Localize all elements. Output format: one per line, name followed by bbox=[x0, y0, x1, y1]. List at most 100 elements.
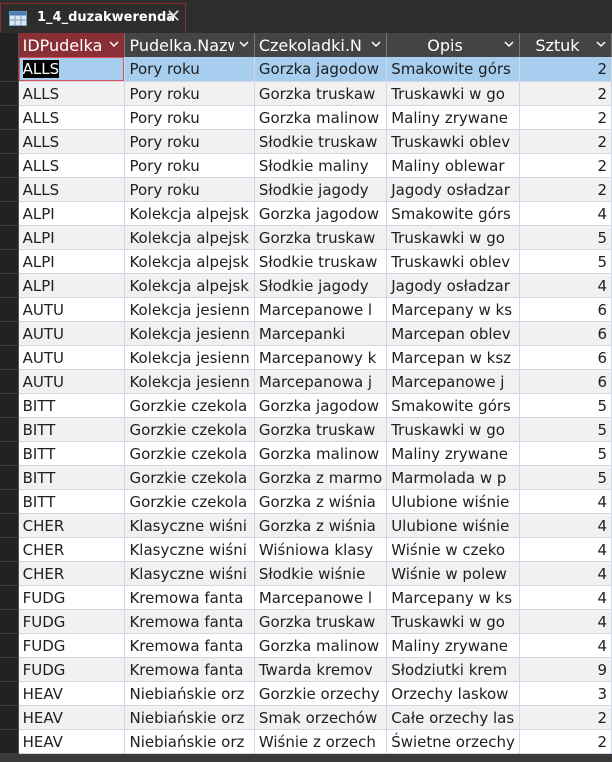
table-cell[interactable]: 3 bbox=[519, 681, 612, 706]
record-selector[interactable] bbox=[0, 273, 19, 298]
table-cell[interactable]: Słodkie jagody bbox=[254, 177, 388, 202]
table-cell[interactable]: Słodkie maliny bbox=[254, 153, 388, 178]
chevron-down-icon[interactable] bbox=[108, 38, 120, 50]
table-cell[interactable]: Kolekcja jesienn bbox=[124, 297, 255, 322]
datasheet-grid[interactable]: IDPudelka Pudelka.Nazw Czekoladki.N Opis… bbox=[0, 33, 612, 762]
table-cell[interactable]: 4 bbox=[519, 537, 612, 562]
table-cell[interactable]: Gorzka truskaw bbox=[254, 81, 388, 106]
table-row[interactable]: HEAV Niebiańskie orz Smak orzechów Całe orz… bbox=[0, 705, 612, 730]
table-row[interactable]: CHER Klasyczne wiśni Słodkie wiśnie Wiśnie … bbox=[0, 561, 612, 586]
table-cell[interactable]: Klasyczne wiśni bbox=[124, 561, 255, 586]
table-row[interactable]: FUDG Kremowa fanta Twarda kremov Słodziutki… bbox=[0, 657, 612, 682]
table-cell[interactable]: Całe orzechy las bbox=[386, 705, 520, 730]
record-selector[interactable] bbox=[0, 537, 19, 562]
table-row[interactable]: AUTU Kolekcja jesienn Marcepanowe l Marcepa… bbox=[0, 297, 612, 322]
table-row[interactable]: ALLS Pory roku Słodkie maliny Maliny oblewa… bbox=[0, 153, 612, 178]
table-cell[interactable]: ALPI bbox=[18, 249, 126, 274]
table-row[interactable]: BITT Gorzkie czekola Gorzka z marmo Marmola… bbox=[0, 465, 612, 490]
table-row[interactable]: AUTU Kolekcja jesienn Marcepanki Marcepan o… bbox=[0, 321, 612, 346]
table-cell[interactable]: Kolekcja alpejsk bbox=[124, 201, 255, 226]
table-cell[interactable]: Pory roku bbox=[124, 105, 255, 130]
table-cell[interactable]: ALPI bbox=[18, 225, 126, 250]
table-cell[interactable]: Kremowa fanta bbox=[124, 609, 255, 634]
table-row[interactable]: BITT Gorzkie czekola Gorzka truskaw Truskaw… bbox=[0, 417, 612, 442]
table-cell[interactable]: Gorzka malinow bbox=[254, 105, 388, 130]
table-cell[interactable]: Niebiańskie orz bbox=[124, 681, 255, 706]
chevron-down-icon[interactable] bbox=[595, 38, 607, 50]
table-row[interactable]: FUDG Kremowa fanta Gorzka malinow Maliny zr… bbox=[0, 633, 612, 658]
table-cell[interactable]: Wiśnie w czeko bbox=[386, 537, 520, 562]
table-cell[interactable]: BITT bbox=[18, 393, 126, 418]
table-cell[interactable]: Maliny zrywane bbox=[386, 105, 520, 130]
table-cell[interactable]: 4 bbox=[519, 513, 612, 538]
table-cell[interactable]: Kolekcja alpejsk bbox=[124, 273, 255, 298]
column-header-pudelka-nazwa[interactable]: Pudelka.Nazw bbox=[124, 33, 255, 57]
table-cell[interactable]: Marmolada w p bbox=[386, 465, 520, 490]
table-row[interactable]: BITT Gorzkie czekola Gorzka jagodow Smakowi… bbox=[0, 393, 612, 418]
table-cell[interactable]: Gorzkie czekola bbox=[124, 393, 255, 418]
table-cell[interactable]: AUTU bbox=[18, 297, 126, 322]
table-row[interactable]: HEAV Niebiańskie orz Wiśnie z orzech Świetn… bbox=[0, 729, 612, 754]
table-cell[interactable]: 5 bbox=[519, 393, 612, 418]
table-cell[interactable]: HEAV bbox=[18, 705, 126, 730]
table-cell[interactable]: ALPI bbox=[18, 201, 126, 226]
table-cell[interactable]: Słodkie jagody bbox=[254, 273, 388, 298]
close-icon[interactable]: ✕ bbox=[166, 6, 181, 27]
table-cell[interactable]: Pory roku bbox=[124, 177, 255, 202]
table-row[interactable]: CHER Klasyczne wiśni Wiśniowa klasy Wiśnie … bbox=[0, 537, 612, 562]
table-cell[interactable]: Kremowa fanta bbox=[124, 585, 255, 610]
table-cell[interactable]: Truskawki oblev bbox=[386, 249, 520, 274]
table-cell[interactable]: FUDG bbox=[18, 657, 126, 682]
table-cell[interactable]: Maliny oblewar bbox=[386, 153, 520, 178]
record-selector[interactable] bbox=[0, 129, 19, 154]
record-selector[interactable] bbox=[0, 57, 19, 82]
table-cell[interactable]: 4 bbox=[519, 633, 612, 658]
table-row[interactable]: ALPI Kolekcja alpejsk Gorzka truskaw Truska… bbox=[0, 225, 612, 250]
record-selector[interactable] bbox=[0, 705, 19, 730]
record-selector[interactable] bbox=[0, 417, 19, 442]
table-cell[interactable]: Marcepany w ks bbox=[386, 297, 520, 322]
table-cell[interactable]: Marcepanowe j bbox=[386, 369, 520, 394]
table-cell[interactable]: 5 bbox=[519, 465, 612, 490]
record-selector[interactable] bbox=[0, 249, 19, 274]
table-cell[interactable]: Niebiańskie orz bbox=[124, 705, 255, 730]
column-header-czekoladki-nazwa[interactable]: Czekoladki.N bbox=[254, 33, 388, 57]
record-selector[interactable] bbox=[0, 153, 19, 178]
record-selector[interactable] bbox=[0, 657, 19, 682]
table-cell[interactable]: Gorzkie orzechy bbox=[254, 681, 388, 706]
table-cell[interactable]: Truskawki w go bbox=[386, 417, 520, 442]
table-cell[interactable]: Kremowa fanta bbox=[124, 633, 255, 658]
table-cell[interactable]: Kolekcja jesienn bbox=[124, 321, 255, 346]
table-cell[interactable]: BITT bbox=[18, 465, 126, 490]
record-selector[interactable] bbox=[0, 513, 19, 538]
table-cell[interactable]: Twarda kremov bbox=[254, 657, 388, 682]
table-cell[interactable]: Jagody osładzar bbox=[386, 273, 520, 298]
table-row[interactable]: ALLS Pory roku Gorzka truskaw Truskawki w g… bbox=[0, 81, 612, 106]
table-row[interactable]: FUDG Kremowa fanta Marcepanowe l Marcepany … bbox=[0, 585, 612, 610]
table-cell[interactable]: HEAV bbox=[18, 681, 126, 706]
chevron-down-icon[interactable] bbox=[238, 38, 250, 50]
table-row[interactable]: ALPI Kolekcja alpejsk Słodkie truskaw Trusk… bbox=[0, 249, 612, 274]
table-cell[interactable]: ALLS bbox=[18, 153, 126, 178]
table-cell[interactable]: 2 bbox=[519, 729, 612, 754]
record-selector[interactable] bbox=[0, 105, 19, 130]
table-cell[interactable]: Pory roku bbox=[124, 153, 255, 178]
table-cell[interactable]: Truskawki w go bbox=[386, 81, 520, 106]
record-selector[interactable] bbox=[0, 369, 19, 394]
table-row[interactable]: BITT Gorzkie czekola Gorzka malinow Maliny … bbox=[0, 441, 612, 466]
table-cell[interactable]: Maliny zrywane bbox=[386, 633, 520, 658]
table-cell[interactable]: Wiśniowa klasy bbox=[254, 537, 388, 562]
table-cell[interactable]: ALLS bbox=[18, 177, 126, 202]
table-cell[interactable]: 6 bbox=[519, 345, 612, 370]
record-selector[interactable] bbox=[0, 345, 19, 370]
table-row[interactable]: ALLS Pory roku Gorzka malinow Maliny zrywan… bbox=[0, 105, 612, 130]
table-cell[interactable]: Jagody osładzar bbox=[386, 177, 520, 202]
table-row[interactable]: HEAV Niebiańskie orz Gorzkie orzechy Orzech… bbox=[0, 681, 612, 706]
table-cell[interactable]: 5 bbox=[519, 249, 612, 274]
record-selector[interactable] bbox=[0, 633, 19, 658]
record-selector[interactable] bbox=[0, 297, 19, 322]
table-cell[interactable]: Marcepanowa j bbox=[254, 369, 388, 394]
table-cell[interactable]: Marcepan w ksz bbox=[386, 345, 520, 370]
table-cell[interactable]: Słodziutki krem bbox=[386, 657, 520, 682]
table-cell[interactable]: Ulubione wiśnie bbox=[386, 513, 520, 538]
